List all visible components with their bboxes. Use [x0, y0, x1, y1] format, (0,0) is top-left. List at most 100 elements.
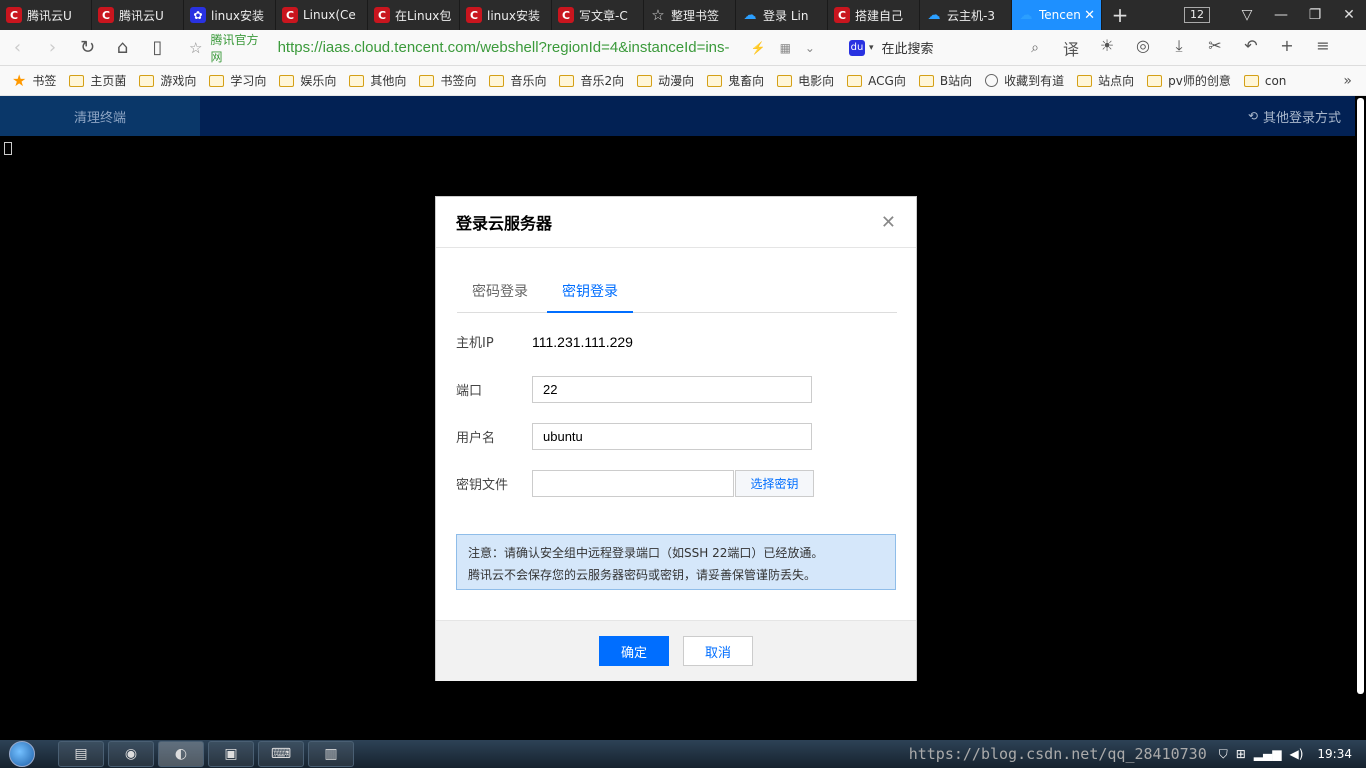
bookmark-item[interactable]: 音乐2向 [559, 71, 624, 90]
close-tab-icon[interactable]: ✕ [1084, 8, 1095, 23]
scissors-icon[interactable]: ✂ [1197, 36, 1233, 60]
translate-icon[interactable]: 译 [1053, 36, 1089, 60]
page-scrollbar[interactable] [1355, 96, 1366, 740]
username-field[interactable] [532, 423, 812, 450]
system-tray: https://blog.csdn.net/qq_28410730 ⛉ ⊞ ▂▄… [909, 745, 1366, 763]
browser-tab-strip: C 腾讯云U C 腾讯云U ✿ linux安装 C Linux(Ce C 在Linux包 Clinu… [0, 0, 1366, 30]
tab[interactable]: ☁ 登录 Lin [736, 0, 828, 30]
search-box[interactable]: du ▾ 在此搜索 ⌕ [849, 35, 1039, 61]
more-bookmarks-icon[interactable]: » [1343, 73, 1366, 89]
url-tools-icons[interactable]: ⚡▦⌄ [751, 41, 829, 55]
bookmark-item[interactable]: 娱乐向 [279, 71, 336, 90]
tab[interactable]: ✿ linux安装 [184, 0, 276, 30]
browser-taskbar-icon[interactable]: ◐ [158, 741, 204, 767]
new-tab-button[interactable]: + [1102, 0, 1138, 30]
bookmark-item[interactable]: 游戏向 [139, 71, 196, 90]
tab-password-login[interactable]: 密码登录 [457, 271, 543, 313]
bookmark-item[interactable]: 收藏到有道 [985, 71, 1064, 90]
bookmark-item[interactable]: ACG向 [847, 71, 906, 90]
key-file-field[interactable] [532, 470, 734, 497]
folder-icon [139, 74, 155, 87]
tab[interactable]: Clinux安装 [460, 0, 552, 30]
scrollbar-thumb[interactable] [1357, 98, 1364, 694]
notepad-taskbar-icon[interactable]: ▥ [308, 741, 354, 767]
c-logo-icon: C [834, 7, 850, 23]
bookmark-item[interactable]: 电影向 [777, 71, 834, 90]
tab[interactable]: ☁ 云主机-3 [920, 0, 1012, 30]
bookmark-label: 音乐2向 [580, 74, 625, 88]
dialog-header: 登录云服务器 ✕ [436, 197, 916, 248]
reader-icon[interactable]: ▯ [140, 37, 175, 58]
explorer-taskbar-icon[interactable]: ▤ [58, 741, 104, 767]
tab-active[interactable]: ☁ Tencen ✕ [1012, 0, 1102, 30]
bookmark-item[interactable]: 动漫向 [637, 71, 694, 90]
tab[interactable]: ☆ 整理书签 [644, 0, 736, 30]
folder-icon [559, 74, 575, 87]
confirm-button[interactable]: 确定 [599, 636, 669, 666]
skin-icon[interactable]: ▽ [1230, 7, 1264, 23]
bookmark-item[interactable]: con [1243, 71, 1286, 90]
tab[interactable]: C Linux(Ce [276, 0, 368, 30]
tab[interactable]: C 搭建自己 [828, 0, 920, 30]
shield-icon[interactable]: ⛉ [1219, 747, 1228, 762]
search-icon[interactable]: ⌕ [1031, 40, 1039, 56]
star-icon: ☆ [651, 6, 665, 24]
bookmark-item[interactable]: 其他向 [349, 71, 406, 90]
firefox-taskbar-icon[interactable]: ◉ [108, 741, 154, 767]
bookmark-item[interactable]: pv师的创意 [1147, 71, 1231, 90]
folder-icon [918, 74, 934, 87]
putty-taskbar-icon[interactable]: ⌨ [258, 741, 304, 767]
tab-count-badge[interactable]: 12 [1184, 7, 1210, 23]
search-input[interactable]: 在此搜索 [882, 38, 934, 57]
tab-title: 登录 Lin [763, 8, 809, 23]
close-icon[interactable]: ✕ [881, 212, 896, 233]
undo-icon[interactable]: ↶ [1233, 36, 1269, 60]
bookmark-item[interactable]: 鬼畜向 [707, 71, 764, 90]
download-icon[interactable]: ⤓ [1161, 36, 1197, 60]
chevron-down-icon[interactable]: ▾ [869, 43, 874, 53]
url-text[interactable]: https://iaas.cloud.tencent.com/webshell?… [278, 39, 741, 56]
network-icon[interactable]: ⊞ [1236, 747, 1246, 761]
bookmark-star-icon[interactable]: ☆ [189, 39, 202, 57]
minimize-button[interactable]: — [1264, 7, 1298, 23]
other-login-button[interactable]: ⟲ 其他登录方式 [1248, 96, 1341, 136]
weibo-icon[interactable]: ◎ [1125, 36, 1161, 60]
home-button[interactable]: ⌂ [105, 37, 140, 58]
tab-key-login[interactable]: 密钥登录 [547, 271, 633, 313]
close-window-button[interactable]: ✕ [1332, 7, 1366, 23]
start-button[interactable] [0, 740, 44, 768]
site-verified-label: 腾讯官方网 [210, 32, 259, 64]
forward-button[interactable]: › [35, 37, 70, 58]
tab[interactable]: C 腾讯云U [92, 0, 184, 30]
refresh-button[interactable]: ↻ [70, 37, 105, 58]
bookmark-item[interactable]: 学习向 [209, 71, 266, 90]
back-button[interactable]: ‹ [0, 37, 35, 58]
bulb-icon[interactable]: ☀ [1089, 36, 1125, 60]
plus-icon[interactable]: + [1269, 36, 1305, 60]
tab-title: 写文章-C [579, 8, 628, 23]
signal-icon[interactable]: ▂▄▆ [1254, 747, 1282, 761]
cancel-button[interactable]: 取消 [683, 636, 753, 666]
restore-button[interactable]: ❐ [1298, 7, 1332, 23]
bookmark-item[interactable]: B站向 [918, 71, 972, 90]
network-app-taskbar-icon[interactable]: ▣ [208, 741, 254, 767]
volume-icon[interactable]: ◀) [1289, 747, 1303, 761]
port-field[interactable] [532, 376, 812, 403]
bookmark-item[interactable]: 主页菌 [69, 71, 126, 90]
baidu-search-icon[interactable]: du [849, 39, 865, 56]
tab[interactable]: C 在Linux包 [368, 0, 460, 30]
clock[interactable]: 19:34 [1317, 747, 1352, 761]
tab[interactable]: C 写文章-C [552, 0, 644, 30]
bookmark-item[interactable]: 音乐向 [489, 71, 546, 90]
bookmark-item[interactable]: 书签向 [419, 71, 476, 90]
baidu-paw-icon: ✿ [190, 7, 206, 23]
url-box[interactable]: ☆ 腾讯官方网 https://iaas.cloud.tencent.com/w… [189, 33, 829, 64]
bookmark-item[interactable]: 站点向 [1077, 71, 1134, 90]
menu-icon[interactable]: ≡ [1305, 36, 1341, 60]
choose-key-button[interactable]: 选择密钥 [735, 470, 814, 497]
tab-title: 在Linux包 [395, 8, 452, 23]
folder-icon [349, 74, 365, 87]
tab[interactable]: C 腾讯云U [0, 0, 92, 30]
bookmark-item[interactable]: ★ 书签 [12, 71, 56, 90]
clear-terminal-button[interactable]: 清理终端 [0, 96, 200, 136]
